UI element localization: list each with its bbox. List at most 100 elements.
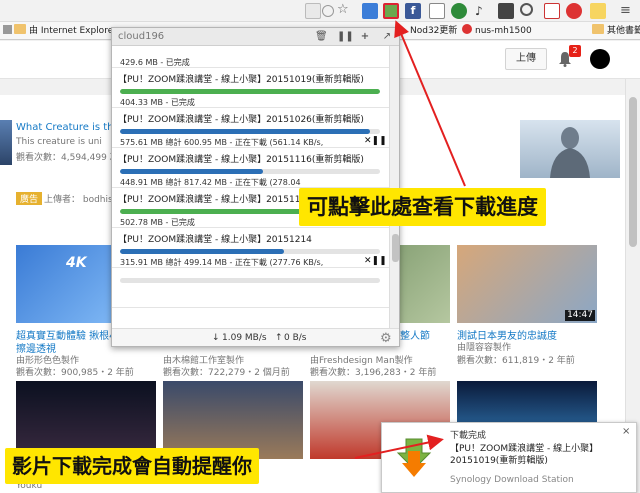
browser-toolbar: ☆ f ♪ ≡: [0, 0, 640, 22]
task-progress-bar: [120, 278, 380, 283]
task-progress-bar: [120, 169, 380, 174]
promoted-video-views: 觀看次數：4,594,499 次: [16, 153, 112, 163]
promoted-video-description: This creature is uni: [16, 137, 102, 147]
task-name: 【PU！ZOOM蹂浪講堂 - 線上小聚】20151019(重新剪輯版): [118, 75, 364, 85]
pause-all-icon[interactable]: ❚❚: [337, 31, 354, 43]
task-progress-bar: [120, 249, 380, 254]
extension-icon[interactable]: [429, 3, 445, 19]
download-task[interactable]: [112, 268, 389, 308]
video-views: 觀看次數：900,985・2 年前: [16, 368, 134, 378]
popup-scrollbar-thumb[interactable]: [392, 234, 399, 262]
task-pause-stop-icon[interactable]: ✕❚❚: [364, 256, 387, 266]
task-progress-bar: [120, 89, 380, 94]
bookmark-nod32-label: Nod32更新: [410, 26, 458, 36]
video-title[interactable]: 整人節: [400, 327, 450, 342]
bookmark-other-label: 其他書籤: [607, 26, 640, 36]
facebook-icon[interactable]: f: [405, 3, 421, 19]
video-thumbnail-4[interactable]: 14:47: [457, 245, 597, 323]
bookmark-star-icon[interactable]: ☆: [337, 3, 353, 19]
task-name: 【PU！ZOOM蹂浪講堂 - 線上小聚】20151026(重新剪輯版): [118, 115, 364, 125]
nus-icon: [462, 24, 472, 34]
popup-title: cloud196: [118, 31, 165, 42]
notification-title: 下載完成: [450, 431, 487, 441]
download-task-list: 429.6 MB - 已完成 【PU！ZOOM蹂浪講堂 - 線上小聚】20151…: [112, 46, 389, 328]
task-status: 575.61 MB 總計 600.95 MB - 正在下載 (561.14 KB…: [120, 138, 324, 147]
folder-icon: [14, 24, 26, 34]
download-task[interactable]: 【PU！ZOOM蹂浪講堂 - 線上小聚】20151116(重新剪輯版) 448.…: [112, 148, 389, 188]
open-external-icon[interactable]: ↗: [381, 31, 393, 43]
extension-c-icon[interactable]: [566, 3, 582, 19]
download-station-icon: [396, 438, 432, 477]
download-complete-notification[interactable]: 下載完成 【PU！ZOOM蹂浪講堂 - 線上小聚】20151019(重新剪輯版)…: [381, 422, 637, 493]
download-task[interactable]: 429.6 MB - 已完成: [112, 46, 389, 68]
task-progress-fill: [120, 169, 263, 174]
download-task[interactable]: 【PU！ZOOM蹂浪講堂 - 線上小聚】20151019(重新剪輯版) 404.…: [112, 68, 389, 108]
page-scrollbar-thumb[interactable]: [629, 97, 637, 247]
delete-icon[interactable]: 🗑: [315, 31, 328, 43]
task-status: 429.6 MB - 已完成: [120, 58, 190, 67]
download-task[interactable]: 【PU！ZOOM蹂浪講堂 - 線上小聚】20151026(重新剪輯版) 575.…: [112, 108, 389, 148]
task-status: 502.78 MB - 已完成: [120, 218, 195, 227]
download-task[interactable]: 【PU！ZOOM蹂浪講堂 - 線上小聚】20151214 315.91 MB 總…: [112, 228, 389, 268]
bookmark-ie-label: 由 Internet Explorer: [29, 26, 117, 36]
close-icon[interactable]: ×: [622, 426, 630, 437]
promoted-video-uploader: 上傳者： bodhisp: [44, 195, 114, 205]
promoted-video-buddha-thumbnail[interactable]: [520, 120, 620, 178]
avatar[interactable]: [590, 49, 610, 69]
apps-icon: [3, 25, 12, 34]
task-pause-stop-icon[interactable]: ✕❚❚: [364, 136, 387, 146]
upload-button[interactable]: 上傳: [505, 48, 547, 70]
popup-footer: ↓ 1.09 MB/s ↑ 0 B/s ⚙: [112, 328, 399, 346]
download-speed: 1.09 MB/s: [222, 333, 267, 343]
bookmark-nus-label: nus-mh1500: [475, 26, 532, 36]
download-station-popup: cloud196 🗑 ❚❚ + ↗ 429.6 MB - 已完成 【PU！ZOO…: [111, 27, 400, 347]
bookmark-nus[interactable]: nus-mh1500: [462, 24, 532, 38]
video-duration: 14:47: [565, 310, 595, 321]
video-views: 觀看次數：722,279・2 個月前: [163, 368, 290, 378]
note-extension-icon[interactable]: [590, 3, 606, 19]
notification-source: Synology Download Station: [450, 475, 574, 485]
video-views: 觀看次數：3,196,283・2 年前: [310, 368, 437, 378]
bookmark-other-folder[interactable]: 其他書籤: [592, 24, 640, 38]
popup-scrollbar[interactable]: [389, 46, 399, 328]
ad-badge: 廣告: [16, 192, 43, 205]
promoted-video-thumbnail[interactable]: [0, 120, 12, 165]
upload-speed-icon: ↑: [275, 333, 283, 343]
extension-power-icon[interactable]: [520, 3, 533, 16]
music-extension-icon[interactable]: ♪: [475, 3, 491, 19]
task-status: 404.33 MB - 已完成: [120, 98, 195, 107]
folder-icon: [592, 24, 604, 34]
4k-logo: 4K: [66, 255, 87, 271]
task-progress-fill: [120, 89, 380, 94]
task-progress-fill: [120, 249, 284, 254]
gear-icon[interactable]: ⚙: [380, 331, 392, 346]
bookmark-nod32[interactable]: Nod32更新: [410, 24, 457, 38]
save-extension-icon[interactable]: [362, 3, 378, 19]
video-channel: 由隱容容製作: [457, 343, 512, 353]
zoom-icon[interactable]: [322, 5, 334, 17]
task-status: 448.91 MB 總計 817.42 MB - 正在下載 (278.04: [120, 178, 301, 187]
notification-count-badge: 2: [569, 45, 581, 57]
task-name: 【PU！ZOOM蹂浪講堂 - 線上小聚】20151116(重新剪輯版): [118, 155, 364, 165]
menu-icon[interactable]: ≡: [620, 3, 636, 19]
extension-dark-icon[interactable]: [498, 3, 514, 19]
buddha-statue-image: [550, 127, 590, 178]
add-task-icon[interactable]: +: [359, 31, 371, 43]
task-progress-fill: [120, 129, 370, 134]
download-speed-icon: ↓: [212, 333, 220, 343]
bookmark-ie-folder[interactable]: 由 Internet Explorer: [14, 24, 117, 38]
promoted-video-title[interactable]: What Creature is this?: [16, 122, 112, 133]
upload-speed: 0 B/s: [284, 333, 307, 343]
task-name: 【PU！ZOOM蹂浪講堂 - 線上小聚】20151214: [118, 235, 312, 245]
video-views: 觀看次數：611,819・2 年前: [457, 356, 575, 366]
popup-header: cloud196 🗑 ❚❚ + ↗: [112, 28, 399, 46]
download-station-icon[interactable]: [383, 3, 399, 19]
notification-callout: 影片下載完成會自動提醒你: [5, 448, 259, 484]
notification-body: 【PU！ZOOM蹂浪講堂 - 線上小聚】20151019(重新剪輯版): [450, 444, 599, 466]
task-status: 315.91 MB 總計 499.14 MB - 正在下載 (277.76 KB…: [120, 258, 324, 267]
task-progress-bar: [120, 129, 380, 134]
gmail-icon[interactable]: [544, 3, 560, 19]
translate-icon[interactable]: [305, 3, 321, 19]
progress-callout: 可點擊此處查看下載進度: [299, 188, 546, 226]
extension-green-icon[interactable]: [451, 3, 467, 19]
